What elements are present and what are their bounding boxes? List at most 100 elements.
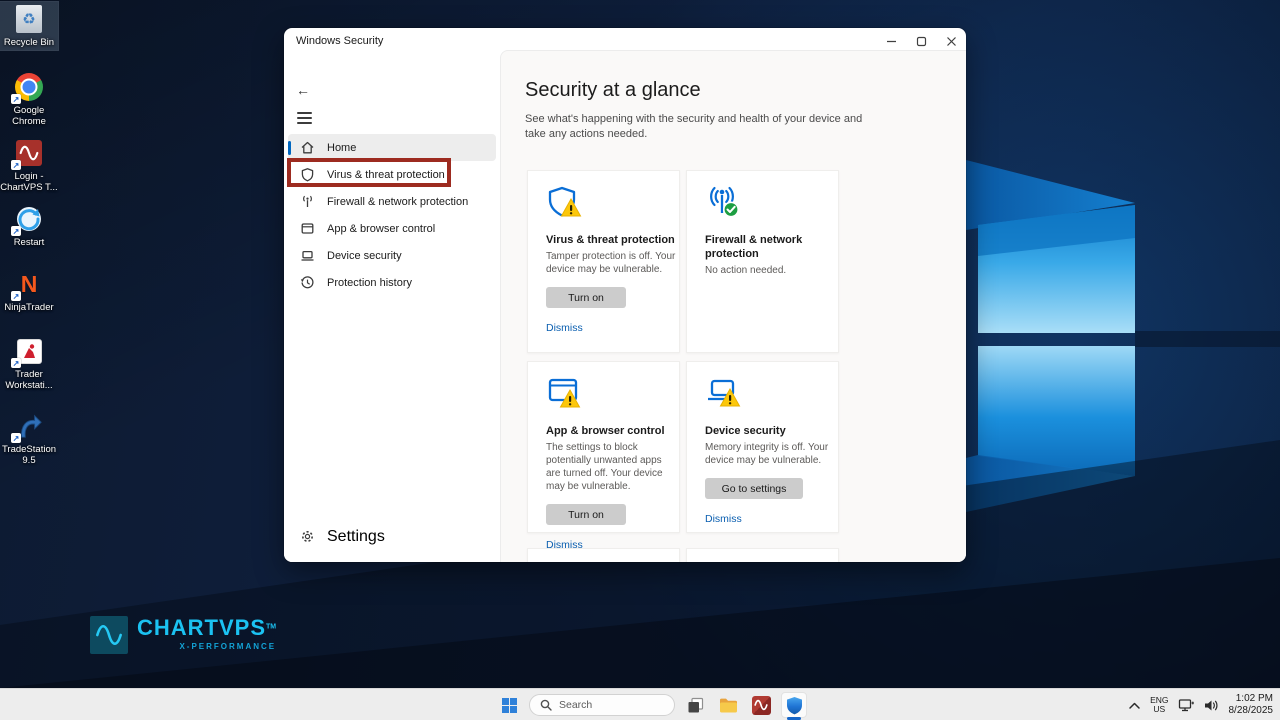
- card-title: Device security: [705, 424, 836, 438]
- windows-security-icon: [786, 696, 803, 715]
- card-partial: [527, 548, 680, 562]
- page-subtitle: See what's happening with the security a…: [525, 112, 867, 142]
- device-security-icon: [300, 248, 315, 263]
- task-view-icon: [687, 697, 704, 714]
- card-firewall-network-protection: Firewall & network protection No action …: [686, 170, 839, 353]
- sidebar-item-label: App & browser control: [327, 223, 435, 235]
- back-button[interactable]: ←: [296, 82, 310, 98]
- sidebar-item-virus-threat-protection[interactable]: Virus & threat protection: [288, 161, 496, 188]
- sidebar-item-firewall-network-protection[interactable]: Firewall & network protection: [288, 188, 496, 215]
- desktop-icon-recycle-bin[interactable]: ♻ Recycle Bin: [0, 2, 58, 50]
- desktop-icon-label: Google Chrome: [0, 105, 58, 127]
- search-icon: [540, 699, 552, 711]
- page-title: Security at a glance: [525, 79, 701, 102]
- card-device-security: Device security Memory integrity is off.…: [686, 361, 839, 533]
- shield-icon: [300, 167, 315, 182]
- clock-date: 8/28/2025: [1229, 705, 1274, 717]
- start-button[interactable]: [496, 692, 522, 718]
- language-line2: US: [1150, 705, 1168, 715]
- sidebar: ← Home Virus & threat protection Fire: [284, 54, 500, 562]
- shield-warning-icon: [546, 185, 590, 223]
- brand-tagline: X-PERFORMANCE: [179, 642, 276, 651]
- shortcut-arrow-icon: ↗: [11, 291, 21, 301]
- gear-icon: [300, 529, 315, 544]
- chartvps-icon: [752, 696, 771, 715]
- card-virus-threat-protection: Virus & threat protection Tamper protect…: [527, 170, 680, 353]
- chartvps-app-button[interactable]: [748, 692, 774, 718]
- shortcut-arrow-icon: ↗: [11, 226, 21, 236]
- card-partial: [686, 548, 839, 562]
- sidebar-item-label: Device security: [327, 250, 402, 262]
- card-title: App & browser control: [546, 424, 677, 438]
- brand-tm: TM: [266, 624, 276, 631]
- app-browser-icon: [300, 221, 315, 236]
- sidebar-item-label: Virus & threat protection: [327, 169, 445, 181]
- sidebar-item-label: Home: [327, 142, 356, 154]
- sidebar-item-home[interactable]: Home: [288, 134, 496, 161]
- dismiss-link[interactable]: Dismiss: [546, 322, 583, 334]
- sidebar-item-label: Protection history: [327, 277, 412, 289]
- ninjatrader-icon: N: [21, 271, 38, 297]
- taskbar-clock[interactable]: 1:02 PM 8/28/2025: [1229, 693, 1274, 717]
- sidebar-item-label: Firewall & network protection: [327, 196, 468, 208]
- desktop-icon-label: Trader Workstati...: [0, 369, 58, 391]
- card-description: The settings to block potentially unwant…: [546, 441, 678, 493]
- turn-on-button[interactable]: Turn on: [546, 504, 626, 525]
- desktop-icon-label: TradeStation 9.5: [0, 444, 58, 466]
- windows-security-taskbar-button[interactable]: [781, 692, 807, 718]
- card-title: Virus & threat protection: [546, 233, 677, 247]
- hidden-icons-chevron[interactable]: [1128, 701, 1141, 710]
- taskbar-search[interactable]: Search: [529, 694, 675, 716]
- clock-time: 1:02 PM: [1229, 693, 1274, 705]
- sidebar-item-settings[interactable]: Settings: [288, 523, 496, 550]
- device-warning-icon: [705, 376, 749, 414]
- firewall-icon: [300, 194, 315, 209]
- menu-icon[interactable]: [297, 112, 312, 124]
- turn-on-button[interactable]: Turn on: [546, 287, 626, 308]
- shortcut-arrow-icon: ↗: [11, 433, 21, 443]
- windows-security-window: Windows Security ← Home: [284, 28, 966, 562]
- app-browser-warning-icon: [546, 376, 590, 414]
- sidebar-item-app-browser-control[interactable]: App & browser control: [288, 215, 496, 242]
- sidebar-item-device-security[interactable]: Device security: [288, 242, 496, 269]
- task-view-button[interactable]: [682, 692, 708, 718]
- desktop-icon-trader-workstation[interactable]: ↗ Trader Workstati...: [0, 334, 58, 393]
- shortcut-arrow-icon: ↗: [11, 358, 21, 368]
- chartvps-logo-icon: [90, 616, 128, 654]
- sidebar-item-protection-history[interactable]: Protection history: [288, 269, 496, 296]
- desktop-icon-label: NinjaTrader: [4, 302, 53, 313]
- desktop-icon-google-chrome[interactable]: ↗ Google Chrome: [0, 70, 58, 129]
- desktop-icon-ninjatrader[interactable]: N ↗ NinjaTrader: [0, 267, 58, 315]
- card-description: Memory integrity is off. Your device may…: [705, 441, 837, 467]
- card-title: Firewall & network protection: [705, 233, 825, 261]
- sidebar-item-label: Settings: [327, 528, 385, 546]
- brand-name: CHARTVPS: [137, 615, 266, 640]
- language-indicator[interactable]: ENG US: [1150, 696, 1168, 715]
- search-placeholder: Search: [559, 699, 592, 711]
- shortcut-arrow-icon: ↗: [11, 94, 21, 104]
- content-panel: Security at a glance See what's happenin…: [500, 50, 966, 562]
- card-app-browser-control: App & browser control The settings to bl…: [527, 361, 680, 533]
- card-description: No action needed.: [705, 264, 837, 277]
- desktop-icon-tradestation[interactable]: ↗ TradeStation 9.5: [0, 409, 58, 468]
- desktop-icon-label: Login - ChartVPS T...: [0, 171, 58, 193]
- shortcut-arrow-icon: ↗: [11, 160, 21, 170]
- desktop-icon-chartvps-login[interactable]: ↗ Login - ChartVPS T...: [0, 136, 58, 195]
- dismiss-link[interactable]: Dismiss: [705, 513, 742, 525]
- card-description: Tamper protection is off. Your device ma…: [546, 250, 678, 276]
- start-icon: [502, 698, 517, 713]
- go-to-settings-button[interactable]: Go to settings: [705, 478, 803, 499]
- home-icon: [300, 140, 315, 155]
- file-explorer-button[interactable]: [715, 692, 741, 718]
- window-title: Windows Security: [296, 35, 383, 47]
- volume-icon[interactable]: [1204, 699, 1220, 712]
- network-icon[interactable]: [1178, 698, 1195, 712]
- firewall-ok-icon: [705, 185, 749, 223]
- desktop-icon-restart[interactable]: ↗ Restart: [0, 202, 58, 250]
- file-explorer-icon: [719, 697, 738, 714]
- desktop-icon-label: Recycle Bin: [4, 37, 54, 48]
- chartvps-branding: CHARTVPSTM X-PERFORMANCE: [90, 616, 276, 654]
- recycle-bin-icon: ♻: [16, 5, 42, 33]
- desktop-icon-label: Restart: [14, 237, 45, 248]
- history-icon: [300, 275, 315, 290]
